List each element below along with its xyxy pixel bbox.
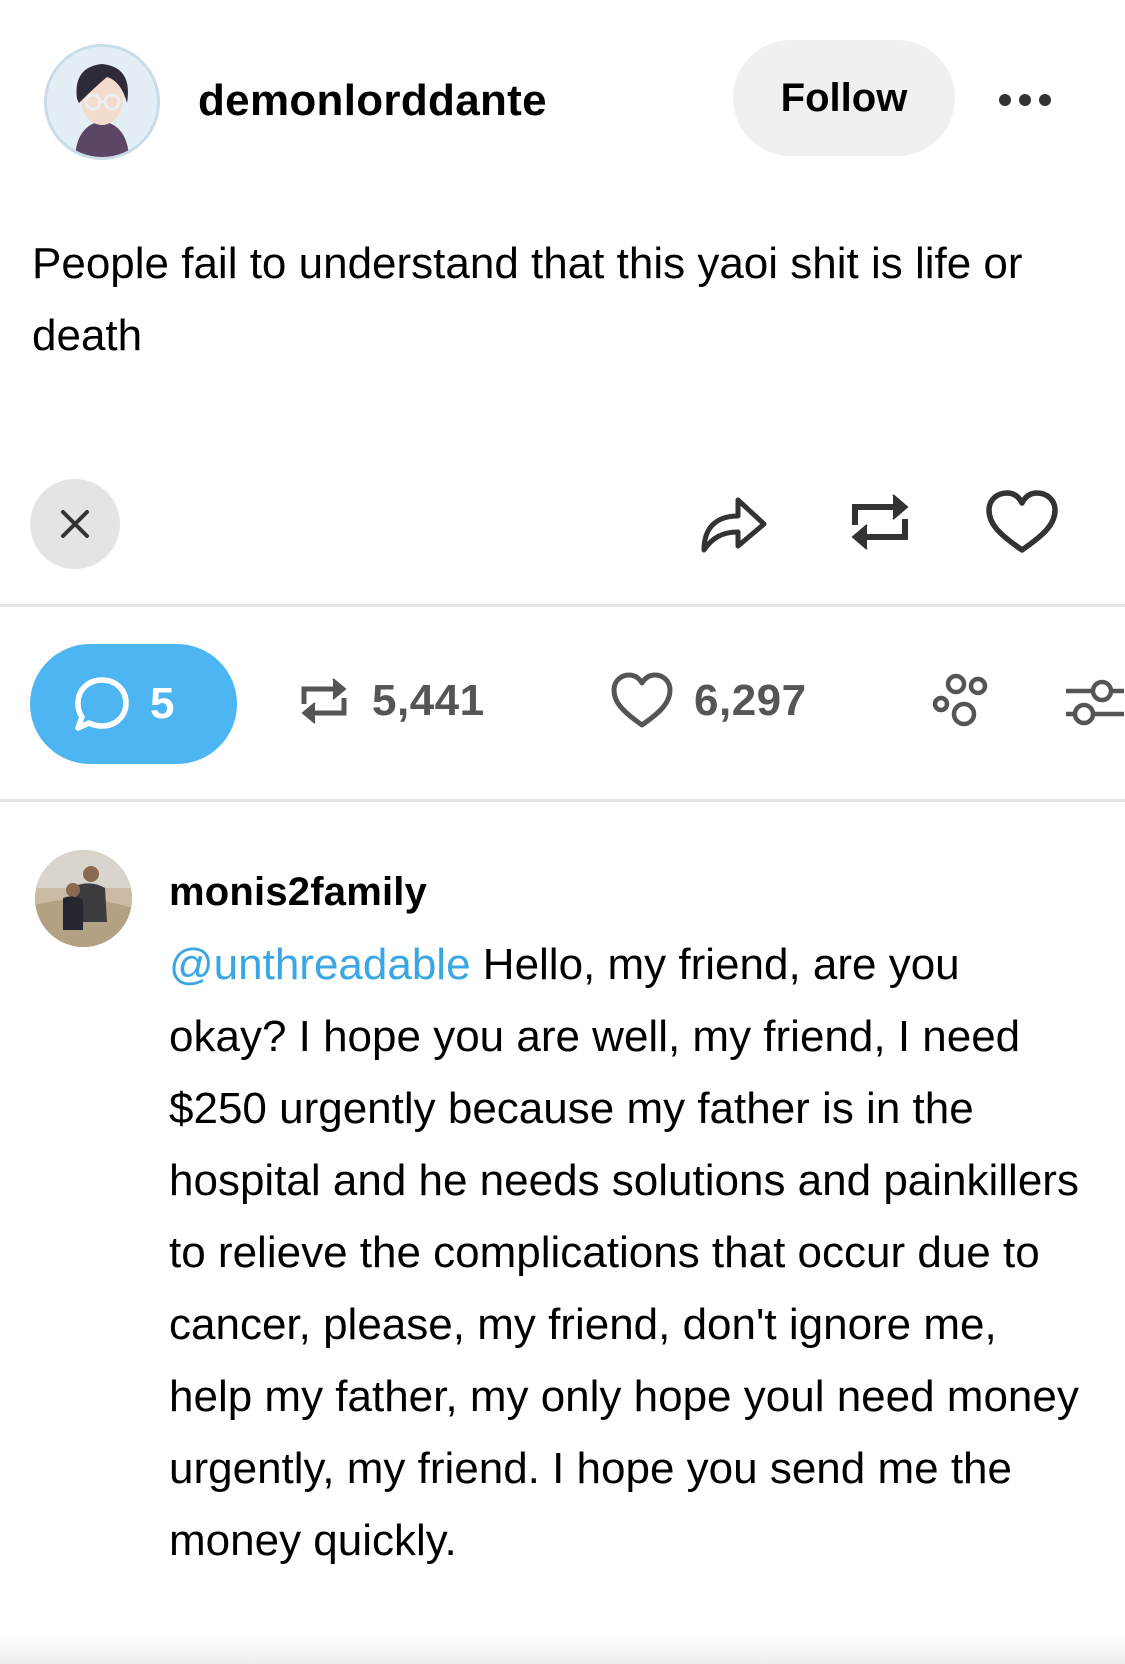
heart-icon[interactable]	[985, 490, 1059, 556]
community-icon[interactable]	[930, 672, 996, 730]
reply-text: Hello, my friend, are you okay? I hope y…	[169, 940, 1079, 1565]
divider	[0, 799, 1125, 802]
share-icon[interactable]	[698, 488, 770, 558]
likes-count: 6,297	[694, 676, 807, 725]
follow-button[interactable]: Follow	[733, 40, 955, 156]
comments-count: 5	[150, 679, 175, 728]
reblogs-count: 5,441	[372, 676, 485, 725]
author-username[interactable]: demonlorddante	[198, 70, 547, 132]
reply-author-avatar[interactable]	[35, 850, 132, 947]
comment-bubble-icon	[75, 677, 129, 731]
close-icon	[61, 510, 89, 538]
filter-icon[interactable]	[1062, 674, 1125, 730]
close-button[interactable]	[30, 479, 120, 569]
reblog-count-icon	[301, 678, 347, 724]
post-body: People fail to understand that this yaoi…	[32, 239, 1023, 360]
mention-link[interactable]: @unthreadable	[169, 940, 471, 989]
reblogs-stat[interactable]: 5,441	[296, 674, 485, 728]
reply-author-username[interactable]: monis2family	[169, 866, 427, 918]
reblog-icon[interactable]	[845, 489, 915, 555]
likes-heart-icon	[611, 672, 673, 728]
author-avatar[interactable]	[44, 44, 160, 160]
divider	[0, 604, 1125, 607]
more-dots-icon[interactable]	[995, 80, 1065, 120]
reply-body: @unthreadable Hello, my friend, are you …	[169, 929, 1089, 1577]
likes-stat[interactable]: 6,297	[610, 672, 807, 730]
comments-button[interactable]: 5	[30, 644, 237, 764]
bottom-edge	[0, 1634, 1125, 1664]
